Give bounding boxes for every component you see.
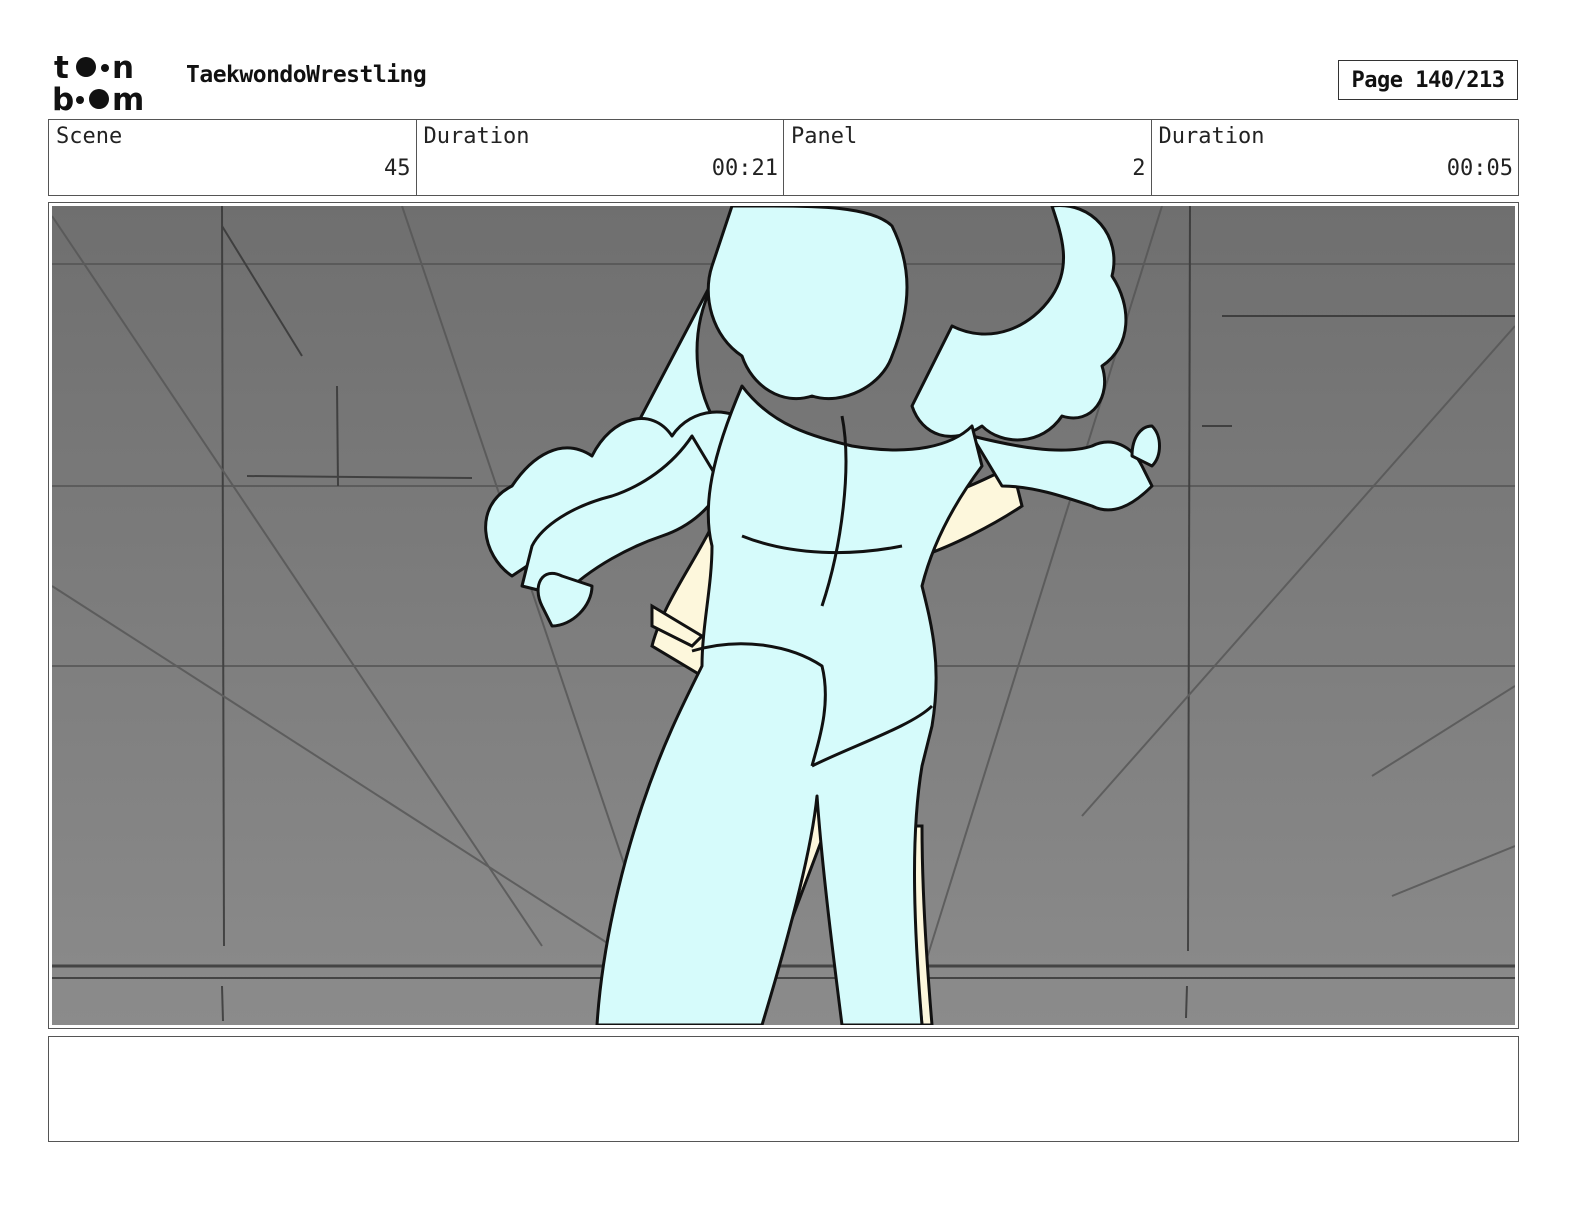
scene-info-table: Scene 45 Duration 00:21 Panel 2 Duration…: [48, 119, 1519, 196]
panel-duration-cell: Duration 00:05: [1152, 120, 1519, 195]
scene-duration-value: 00:21: [711, 156, 778, 181]
scene-duration-label: Duration: [423, 124, 530, 149]
panel-duration-value: 00:05: [1446, 156, 1513, 181]
panel-value: 2: [1132, 156, 1146, 181]
svg-text:m: m: [112, 82, 144, 114]
svg-text:n: n: [112, 52, 134, 86]
toon-boom-logo: t n b m: [52, 50, 164, 118]
panel-label: Panel: [791, 124, 858, 149]
panel-cell: Panel 2: [784, 120, 1152, 195]
scene-label: Scene: [56, 124, 123, 149]
panel-duration-label: Duration: [1158, 124, 1265, 149]
scene-duration-cell: Duration 00:21: [417, 120, 784, 195]
scene-value: 45: [384, 156, 411, 181]
panel-notes: [48, 1036, 1519, 1142]
storyboard-panel: [48, 202, 1519, 1029]
toon-boom-logo-icon: t n b m: [52, 50, 144, 118]
svg-text:b: b: [52, 82, 74, 114]
scene-cell: Scene 45: [49, 120, 417, 195]
panel-drawing: [52, 206, 1515, 1025]
svg-text:t: t: [54, 52, 69, 86]
page-indicator: Page 140/213: [1338, 60, 1518, 100]
project-title: TaekwondoWrestling: [186, 62, 427, 88]
